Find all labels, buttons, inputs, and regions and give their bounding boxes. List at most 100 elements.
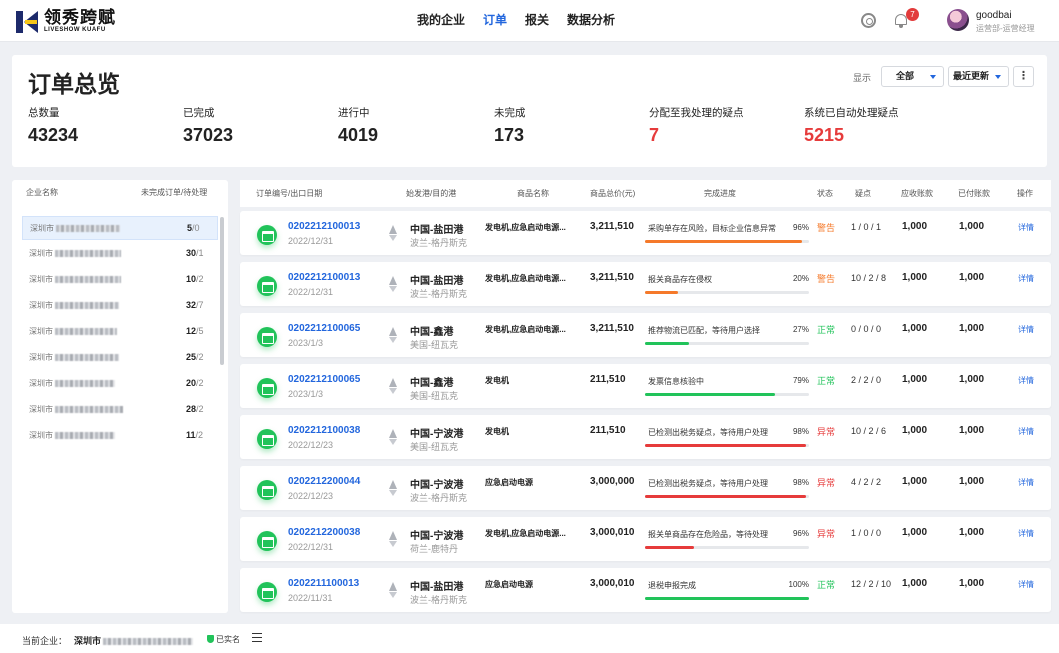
order-row[interactable]: 0202212100065 2023/1/3 中国-鑫港 美国-纽瓦克 发电机 211,5… xyxy=(240,364,1051,408)
status-badge: 正常 xyxy=(817,580,836,590)
order-id-link[interactable]: 0202212100038 xyxy=(288,425,360,436)
verified-shield-icon xyxy=(207,635,214,643)
col-amount: 商品总价(元) xyxy=(590,189,636,198)
accounts-receivable: 1,000 xyxy=(902,221,928,232)
route-icon xyxy=(389,582,397,598)
stat-label: 总数量 xyxy=(28,107,60,119)
detail-link[interactable]: 详情 xyxy=(1018,477,1034,488)
nav-customs[interactable]: 报关 xyxy=(525,0,549,42)
issue-counts[interactable]: 12 / 2 / 10 xyxy=(851,579,891,589)
more-options-button[interactable]: ⋮ xyxy=(1013,66,1034,87)
company-list-item[interactable]: 深圳市 20/2 xyxy=(22,372,218,396)
order-row[interactable]: 0202212100013 2022/12/31 中国-盐田港 波兰-格丹斯克 发电机,… xyxy=(240,211,1051,255)
company-list-item[interactable]: 深圳市 30/1 xyxy=(22,242,218,266)
detail-link[interactable]: 详情 xyxy=(1018,579,1034,590)
nav-orders[interactable]: 订单 xyxy=(483,0,507,42)
menu-icon[interactable] xyxy=(252,633,262,642)
detail-link[interactable]: 详情 xyxy=(1018,324,1034,335)
detail-link[interactable]: 详情 xyxy=(1018,222,1034,233)
origin-port: 中国-盐田港 xyxy=(410,276,464,287)
col-issues: 疑点 xyxy=(855,189,871,198)
order-id-link[interactable]: 0202212100013 xyxy=(288,272,360,283)
detail-link[interactable]: 详情 xyxy=(1018,426,1034,437)
pending-count: /2 xyxy=(196,378,204,388)
company-list-item[interactable]: 深圳市 25/2 xyxy=(22,346,218,370)
company-name: 深圳市 xyxy=(29,378,115,389)
stat-value: 5215 xyxy=(804,125,845,145)
brand-logo[interactable]: 领秀跨赋 LIVESHOW KUAFU xyxy=(16,9,116,34)
progress-bar xyxy=(645,342,809,345)
redacted-company-name xyxy=(55,432,115,440)
accounts-paid: 1,000 xyxy=(959,272,985,283)
progress-percent: 79% xyxy=(792,376,809,385)
user-avatar[interactable] xyxy=(947,9,969,31)
sort-select[interactable]: 最近更新 xyxy=(948,66,1009,87)
issue-counts[interactable]: 4 / 2 / 2 xyxy=(851,477,881,487)
order-row[interactable]: 0202212100065 2023/1/3 中国-鑫港 美国-纽瓦克 发电机,应急启动… xyxy=(240,313,1051,357)
total-amount: 3,211,510 xyxy=(590,323,634,334)
company-list-item[interactable]: 深圳市 5/0 xyxy=(22,216,218,240)
filter-select-value: 全部 xyxy=(896,71,915,81)
detail-link[interactable]: 详情 xyxy=(1018,273,1034,284)
shipment-icon xyxy=(257,225,277,245)
order-id-link[interactable]: 0202212200044 xyxy=(288,476,360,487)
incomplete-count: 32 xyxy=(186,300,197,310)
company-list-item[interactable]: 深圳市 11/2 xyxy=(22,424,218,448)
order-row[interactable]: 0202211100013 2022/11/31 中国-盐田港 波兰-格丹斯克 应急启动… xyxy=(240,568,1051,612)
product-name: 发电机 xyxy=(485,376,509,385)
order-id-link[interactable]: 0202212100065 xyxy=(288,323,360,334)
order-id-link[interactable]: 0202211100013 xyxy=(288,578,359,589)
route-icon xyxy=(389,276,397,292)
progress-description: 已检测出税务疑点，等待用户处理 xyxy=(648,479,768,488)
route-icon xyxy=(389,327,397,343)
stat-value: 43234 xyxy=(28,125,79,145)
company-order-count: 30/1 xyxy=(186,248,204,258)
stat-label: 未完成 xyxy=(494,107,526,119)
stat-completed: 已完成 37023 xyxy=(183,105,233,146)
company-list-item[interactable]: 深圳市 28/2 xyxy=(22,398,218,422)
origin-port: 中国-鑫港 xyxy=(410,378,454,389)
company-list-item[interactable]: 深圳市 32/7 xyxy=(22,294,218,318)
nav-data-analysis[interactable]: 数据分析 xyxy=(567,0,615,42)
order-id-link[interactable]: 0202212200038 xyxy=(288,527,360,538)
status-badge: 正常 xyxy=(817,325,836,335)
issue-counts[interactable]: 1 / 0 / 0 xyxy=(851,528,881,538)
company-order-count: 11/2 xyxy=(186,430,203,440)
stat-assigned-issues[interactable]: 分配至我处理的疑点 7 xyxy=(649,105,744,146)
issue-counts[interactable]: 2 / 2 / 0 xyxy=(851,375,881,385)
progress-bar-fill xyxy=(645,597,809,600)
nav-my-company[interactable]: 我的企业 xyxy=(417,0,465,42)
total-amount: 3,211,510 xyxy=(590,221,634,232)
product-name: 发电机,应急启动电源... xyxy=(485,223,566,232)
order-row[interactable]: 0202212200038 2022/12/31 中国-宁波港 荷兰-鹿特丹 发电机,应… xyxy=(240,517,1051,561)
total-amount: 211,510 xyxy=(590,425,626,436)
company-list-item[interactable]: 深圳市 12/5 xyxy=(22,320,218,344)
order-row[interactable]: 0202212100013 2022/12/31 中国-盐田港 波兰-格丹斯克 发电机,… xyxy=(240,262,1051,306)
issue-counts[interactable]: 10 / 2 / 6 xyxy=(851,426,886,436)
detail-link[interactable]: 详情 xyxy=(1018,528,1034,539)
order-row[interactable]: 0202212200044 2022/12/23 中国-宁波港 波兰-格丹斯克 应急启动… xyxy=(240,466,1051,510)
export-date: 2022/12/31 xyxy=(288,542,334,552)
destination-port: 美国-纽瓦克 xyxy=(410,391,458,401)
stat-auto-processed[interactable]: 系统已自动处理疑点 5215 xyxy=(804,105,899,146)
company-list-scrollbar[interactable] xyxy=(220,217,224,365)
issue-counts[interactable]: 0 / 0 / 0 xyxy=(851,324,881,334)
order-id-link[interactable]: 0202212100013 xyxy=(288,221,360,232)
issue-counts[interactable]: 10 / 2 / 8 xyxy=(851,273,886,283)
destination-port: 美国-纽瓦克 xyxy=(410,442,458,452)
order-row[interactable]: 0202212100038 2022/12/23 中国-宁波港 美国-纽瓦克 发电机 21… xyxy=(240,415,1051,459)
settings-gear-icon[interactable] xyxy=(861,13,876,28)
user-name[interactable]: goodbai xyxy=(976,10,1012,21)
logo-icon xyxy=(16,10,38,33)
issue-counts[interactable]: 1 / 0 / 1 xyxy=(851,222,881,232)
total-amount: 211,510 xyxy=(590,374,626,385)
order-id-link[interactable]: 0202212100065 xyxy=(288,374,360,385)
progress-bar-fill xyxy=(645,291,678,294)
stat-total: 总数量 43234 xyxy=(28,105,78,146)
status-badge: 警告 xyxy=(817,274,836,284)
company-list-item[interactable]: 深圳市 10/2 xyxy=(22,268,218,292)
detail-link[interactable]: 详情 xyxy=(1018,375,1034,386)
order-overview-card: 订单总览 显示 全部 最近更新 ⋮ 总数量 43234 已完成 37023 进行… xyxy=(12,55,1047,167)
accounts-receivable: 1,000 xyxy=(902,323,928,334)
filter-select[interactable]: 全部 xyxy=(881,66,944,87)
